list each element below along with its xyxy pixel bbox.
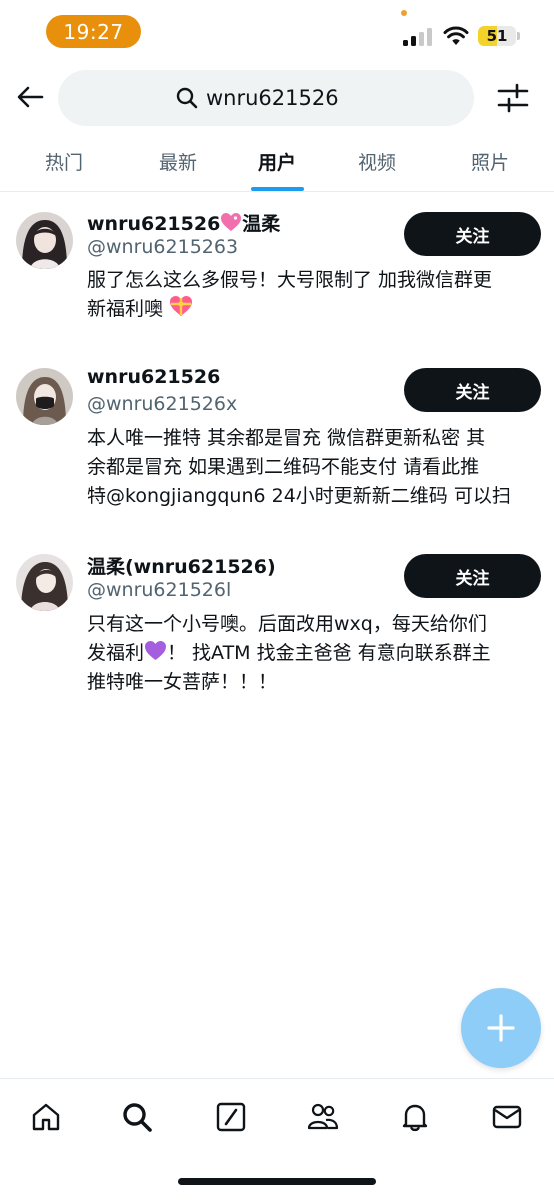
user-bio: 只有这一个小号噢。后面改用wxq，每天给你们 发福利！ 找ATM 找金主爸爸 有… [87,610,547,697]
compose-fab-button[interactable] [461,988,541,1068]
status-bar: 19:27 51 [0,0,554,62]
user-bio: 本人唯一推特 其余都是冒充 微信群更新私密 其 余都是冒充 如果遇到二维码不能支… [87,424,547,511]
bio-line: 发福利！ 找ATM 找金主爸爸 有意向联系群主 [87,641,491,664]
home-icon [32,1103,60,1131]
search-icon [176,87,198,109]
communities-icon [307,1103,339,1130]
nav-search[interactable] [117,1097,157,1137]
privacy-indicator-dot [401,10,407,16]
tab-top[interactable]: 热门 [22,134,106,192]
user-handle: @wnru6215263 [87,236,239,258]
bio-line: 新福利噢 [87,295,547,324]
user-result[interactable]: 温柔(wnru621526) @wnru621526l 只有这一个小号噢。后面改… [0,538,554,708]
wifi-icon [443,26,469,45]
bio-line: 只有这一个小号噢。后面改用wxq，每天给你们 [87,613,487,635]
home-indicator [178,1178,376,1185]
nav-communities[interactable] [303,1097,343,1137]
user-name-text: wnru621526 [87,213,221,235]
bio-line: 本人唯一推特 其余都是冒充 微信群更新私密 其 [87,427,486,449]
filter-sliders-icon[interactable] [496,82,530,114]
messages-envelope-icon [492,1105,522,1129]
heart-with-ribbon-icon [170,296,193,316]
tab-media-video[interactable]: 视频 [335,134,419,192]
sparkling-heart-icon [221,213,242,231]
back-button[interactable] [14,80,46,114]
user-bio: 服了怎么这么多假号！大号限制了 加我微信群更 新福利噢 [87,266,547,324]
bio-line: 余都是冒充 如果遇到二维码不能支付 请看此推 [87,456,480,478]
cellular-signal-icon [403,28,435,46]
follow-button[interactable]: 关注 [404,212,541,256]
bio-line: 服了怎么这么多假号！大号限制了 加我微信群更 [87,269,493,291]
tab-people[interactable]: 用户 [235,134,319,192]
back-arrow-icon [17,86,44,108]
bio-line: 推特唯一女菩萨！！！ [87,671,278,693]
nav-messages[interactable] [487,1097,527,1137]
avatar[interactable] [16,212,73,269]
user-name-suffix: 温柔 [242,213,281,235]
bio-line: 特@kongjiangqun6 24小时更新新二维码 可以扫 [87,485,511,507]
search-bar[interactable] [58,70,474,126]
user-handle: @wnru621526l [87,579,232,601]
follow-button[interactable]: 关注 [404,554,541,598]
follow-button[interactable]: 关注 [404,368,541,412]
plus-icon [487,1014,515,1042]
notifications-bell-icon [402,1104,428,1132]
search-icon [123,1103,152,1132]
battery-cap [517,32,520,40]
nav-notifications[interactable] [395,1097,435,1137]
user-display-name: wnru621526 温柔 [87,209,280,236]
status-time: 19:27 [46,15,141,48]
purple-heart-icon [145,641,167,660]
user-display-name: 温柔(wnru621526) [87,556,276,578]
user-handle: @wnru621526x [87,393,238,415]
avatar[interactable] [16,554,73,611]
user-display-name: wnru621526 [87,366,221,388]
nav-grok[interactable] [211,1097,251,1137]
search-tabs: 热门 最新 用户 视频 照片 [0,134,554,192]
user-result[interactable]: wnru621526 温柔 @wnru6215263 服了怎么这么多假号！大号限制… [0,195,554,345]
tab-photos[interactable]: 照片 [448,134,532,192]
nav-home[interactable] [26,1097,66,1137]
battery-icon: 51 [478,26,516,46]
tab-latest[interactable]: 最新 [136,134,220,192]
search-input[interactable] [206,86,356,110]
avatar[interactable] [16,368,73,425]
active-tab-indicator [251,187,304,191]
user-result[interactable]: wnru621526 @wnru621526x 本人唯一推特 其余都是冒充 微信… [0,352,554,532]
grok-icon [216,1102,246,1132]
battery-percentage: 51 [486,27,508,45]
